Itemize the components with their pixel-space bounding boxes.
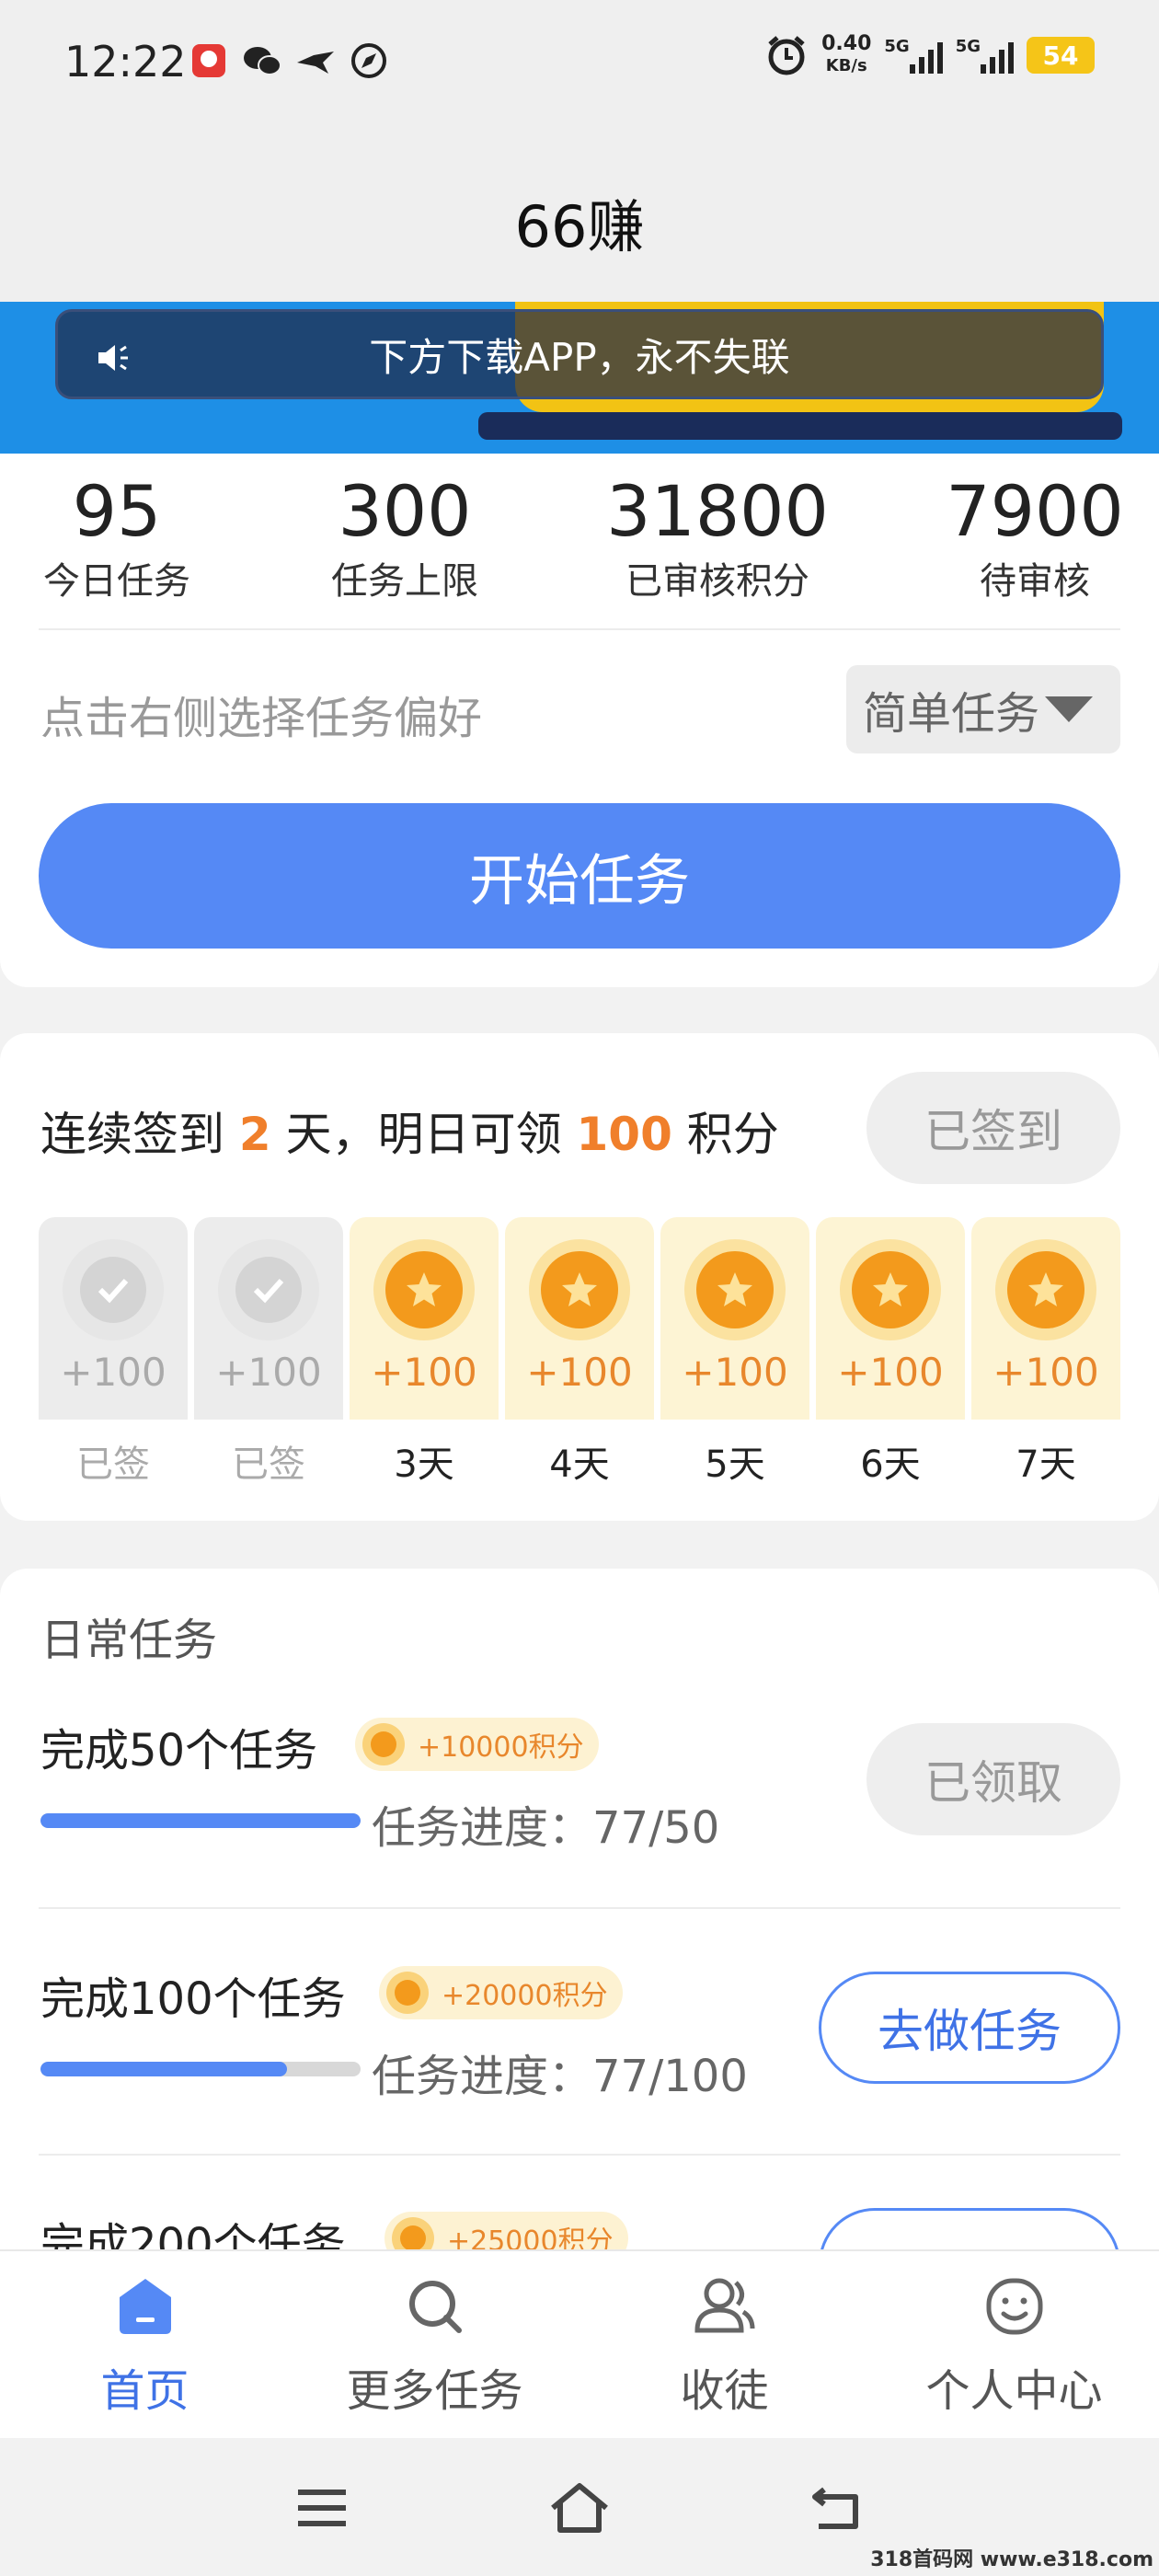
search-icon <box>402 2273 468 2340</box>
section-title: 日常任务 <box>40 1615 218 1666</box>
banner[interactable]: 下方下载APP，永不失联 <box>0 302 1159 454</box>
signed-in-button[interactable]: 已签到 <box>866 1072 1120 1184</box>
star-coin-icon <box>407 1272 442 1306</box>
compass-icon <box>349 40 389 81</box>
battery-indicator: 54 <box>1027 37 1095 74</box>
star-coin-icon <box>562 1272 597 1306</box>
claimed-button[interactable]: 已领取 <box>866 1723 1120 1835</box>
divider <box>39 2154 1120 2156</box>
net-speed: 0.40 KB/s <box>821 32 872 76</box>
task-name: 完成50个任务 <box>40 1725 318 1777</box>
star-coin-icon <box>1028 1272 1063 1306</box>
signal-2: 5G <box>956 37 1014 74</box>
watermark: 318首码网 www.e318.com <box>870 2548 1153 2571</box>
start-task-button[interactable]: 开始任务 <box>39 803 1120 949</box>
check-icon <box>253 1278 284 1304</box>
alarm-icon <box>768 36 805 75</box>
notice-bar[interactable]: 下方下载APP，永不失联 <box>55 309 1104 399</box>
banner-decoration <box>478 412 1122 440</box>
sign-in-summary: 连续签到 2 天，明日可领 100 积分 <box>40 1108 779 1161</box>
back-icon[interactable] <box>800 2478 874 2537</box>
stat-task-limit: 300 任务上限 <box>331 470 478 604</box>
stats-row: 95 今日任务 300 任务上限 31800 已审核积分 7900 待审核 <box>0 472 1159 604</box>
preference-dropdown[interactable]: 简单任务 <box>846 665 1120 753</box>
speaker-icon <box>98 345 128 371</box>
nav-apprentice[interactable]: 收徒 <box>580 2273 869 2419</box>
nav-more-tasks[interactable]: 更多任务 <box>290 2273 580 2419</box>
sign-in-day[interactable]: +100 已签 <box>194 1217 343 1488</box>
sign-in-day[interactable]: +100 6天 <box>816 1217 965 1488</box>
preference-hint: 点击右侧选择任务偏好 <box>40 693 483 744</box>
progress-bar <box>40 2062 361 2076</box>
signal-1: 5G <box>884 37 943 74</box>
coin-icon <box>362 1723 405 1765</box>
users-icon <box>692 2273 758 2340</box>
progress-text: 任务进度：77/100 <box>372 2051 748 2102</box>
go-task-button[interactable]: 去做任务 <box>819 1972 1120 2084</box>
sign-in-day[interactable]: +100 7天 <box>971 1217 1120 1488</box>
tomorrow-points: 100 <box>576 1108 672 1161</box>
divider <box>39 628 1120 630</box>
daily-tasks-card: 日常任务 完成50个任务 +10000积分 任务进度：77/50 已领取 完成1… <box>0 1569 1159 2320</box>
smile-icon <box>981 2273 1048 2340</box>
task-overview-card: 95 今日任务 300 任务上限 31800 已审核积分 7900 待审核 点击… <box>0 454 1159 987</box>
bird-icon <box>295 40 336 81</box>
bottom-nav: 首页 更多任务 收徒 个人中心 <box>0 2249 1159 2438</box>
status-time: 12:22 <box>64 37 187 86</box>
home-icon <box>112 2273 178 2340</box>
sign-in-day[interactable]: +100 已签 <box>39 1217 188 1488</box>
streak-days: 2 <box>238 1108 271 1161</box>
notification-icons <box>189 40 389 81</box>
notice-text: 下方下载APP，永不失联 <box>369 334 790 380</box>
title-bar: 66赚 <box>0 129 1159 304</box>
reward-badge: +10000积分 <box>355 1718 599 1771</box>
page-title: 66赚 <box>514 193 645 260</box>
nav-home[interactable]: 首页 <box>0 2273 290 2419</box>
task-item: 完成50个任务 +10000积分 任务进度：77/50 已领取 <box>0 1714 1159 1944</box>
stat-pending: 7900 待审核 <box>946 470 1124 604</box>
sign-in-days: +100 已签 +100 已签 +100 3天 +100 4天 +100 5天 <box>39 1217 1124 1493</box>
task-name: 完成100个任务 <box>40 1973 346 2025</box>
home-system-icon[interactable] <box>543 2478 616 2537</box>
progress-text: 任务进度：77/50 <box>372 1802 720 1854</box>
divider <box>39 1907 1120 1909</box>
task-item: 完成100个任务 +20000积分 任务进度：77/100 去做任务 <box>0 1962 1159 2192</box>
app-icon <box>189 40 229 81</box>
sign-in-day[interactable]: +100 4天 <box>505 1217 654 1488</box>
progress-fill <box>40 2062 287 2076</box>
progress-fill <box>40 1813 361 1828</box>
wechat-icon <box>242 40 282 81</box>
stat-approved-points: 31800 已审核积分 <box>606 470 829 604</box>
stat-today-tasks: 95 今日任务 <box>43 470 190 604</box>
star-coin-icon <box>717 1272 752 1306</box>
star-coin-icon <box>873 1272 908 1306</box>
sign-in-card: 连续签到 2 天，明日可领 100 积分 已签到 +100 已签 +100 已签… <box>0 1033 1159 1521</box>
preference-selected: 简单任务 <box>863 688 1040 740</box>
coin-icon <box>386 1972 429 2014</box>
system-nav-bar: 318首码网 www.e318.com <box>0 2438 1159 2576</box>
reward-badge: +20000积分 <box>379 1966 623 2019</box>
sign-in-day[interactable]: +100 5天 <box>660 1217 809 1488</box>
sign-in-day[interactable]: +100 3天 <box>350 1217 499 1488</box>
check-icon <box>98 1278 129 1304</box>
progress-bar <box>40 1813 361 1828</box>
status-right: 0.40 KB/s 5G 5G 54 <box>764 33 1095 77</box>
nav-profile[interactable]: 个人中心 <box>869 2273 1159 2419</box>
dropdown-arrow-icon <box>1045 696 1094 722</box>
status-bar: 12:22 0.40 KB/s 5G 5G 54 <box>0 0 1159 129</box>
menu-icon[interactable] <box>285 2478 359 2537</box>
